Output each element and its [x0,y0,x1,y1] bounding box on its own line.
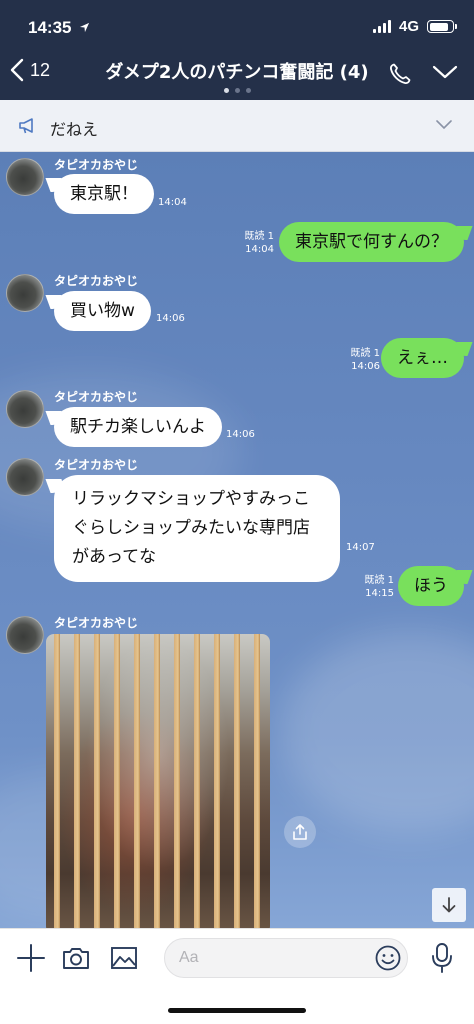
message-bubble[interactable]: 東京駅で何すんの？ [279,222,464,262]
plus-icon[interactable] [16,943,46,973]
background-cloud [280,632,474,832]
back-button[interactable]: 12 [10,58,50,82]
avatar[interactable] [6,458,44,496]
sender-name: タピオカおやじ [54,458,139,472]
read-receipt: 既読 1 [350,348,380,359]
location-arrow-icon [80,22,90,33]
status-indicators: 4G [372,18,457,35]
message-time: 14:06 [226,429,255,440]
message-time: 14:15 [365,588,394,599]
avatar[interactable] [6,158,44,196]
read-receipt: 既読 1 [364,575,394,586]
arrow-down-icon [442,897,456,913]
sender-name: タピオカおやじ [54,390,139,404]
share-button[interactable] [284,816,316,848]
scroll-to-bottom-button[interactable] [432,888,466,922]
unread-count: 12 [30,59,51,80]
chat-area[interactable]: タピオカおやじ 東京駅！ 14:04 既読 1 14:04 東京駅で何すんの？ … [0,152,474,928]
status-time: 14:35 [28,18,90,38]
signal-icon [372,20,391,33]
camera-icon[interactable] [61,943,91,973]
read-receipt: 既読 1 [244,231,274,242]
sender-name: タピオカおやじ [54,158,139,172]
photo-wooden-slats [46,634,270,928]
expand-chevron-icon[interactable] [436,120,452,130]
avatar[interactable] [6,274,44,312]
message-time: 14:04 [245,244,274,255]
status-time-text: 14:35 [28,18,72,37]
message-time: 14:07 [346,542,375,553]
message-input[interactable] [164,938,408,978]
page-dot [234,88,240,93]
message-time: 14:04 [158,197,187,208]
megaphone-icon [19,118,33,134]
chat-title[interactable]: ダメプ2人のパチンコ奮闘記 (4) [100,58,374,84]
page-dot [223,88,229,93]
avatar[interactable] [6,616,44,654]
menu-toggle-button[interactable] [432,64,458,84]
message-time: 14:06 [156,313,185,324]
page-dot [245,88,251,93]
back-chevron-icon [10,58,24,82]
image-icon[interactable] [109,943,139,973]
home-indicator[interactable] [168,1008,306,1013]
call-button[interactable] [388,62,412,90]
battery-icon [427,20,457,33]
message-bubble[interactable]: 東京駅！ [54,174,154,214]
sender-name: タピオカおやじ [54,616,139,630]
phone-icon [390,63,411,84]
message-bubble[interactable]: ほう [398,566,464,606]
message-input-bar [0,928,474,988]
image-message[interactable] [46,634,270,928]
avatar[interactable] [6,390,44,428]
announcement-text: だねえ [50,120,99,139]
message-bubble[interactable]: リラックマショップやすみっこぐらしショップみたいな専門店があってな [54,475,340,582]
sender-name: タピオカおやじ [54,274,139,288]
message-bubble[interactable]: 買い物w [54,291,151,331]
microphone-icon[interactable] [430,942,454,974]
message-time: 14:06 [351,361,380,372]
share-icon [293,824,307,840]
emoji-icon[interactable] [374,944,402,972]
message-bubble[interactable]: えぇ… [381,338,464,378]
chat-header: 14:35 4G 12 ダメプ2人のパチンコ奮闘記 (4) [0,0,474,100]
message-bubble[interactable]: 駅チカ楽しいんよ [54,407,222,447]
network-label: 4G [398,18,419,35]
announcement-bar[interactable]: だねえ [0,100,474,152]
chevron-down-icon [432,65,458,79]
